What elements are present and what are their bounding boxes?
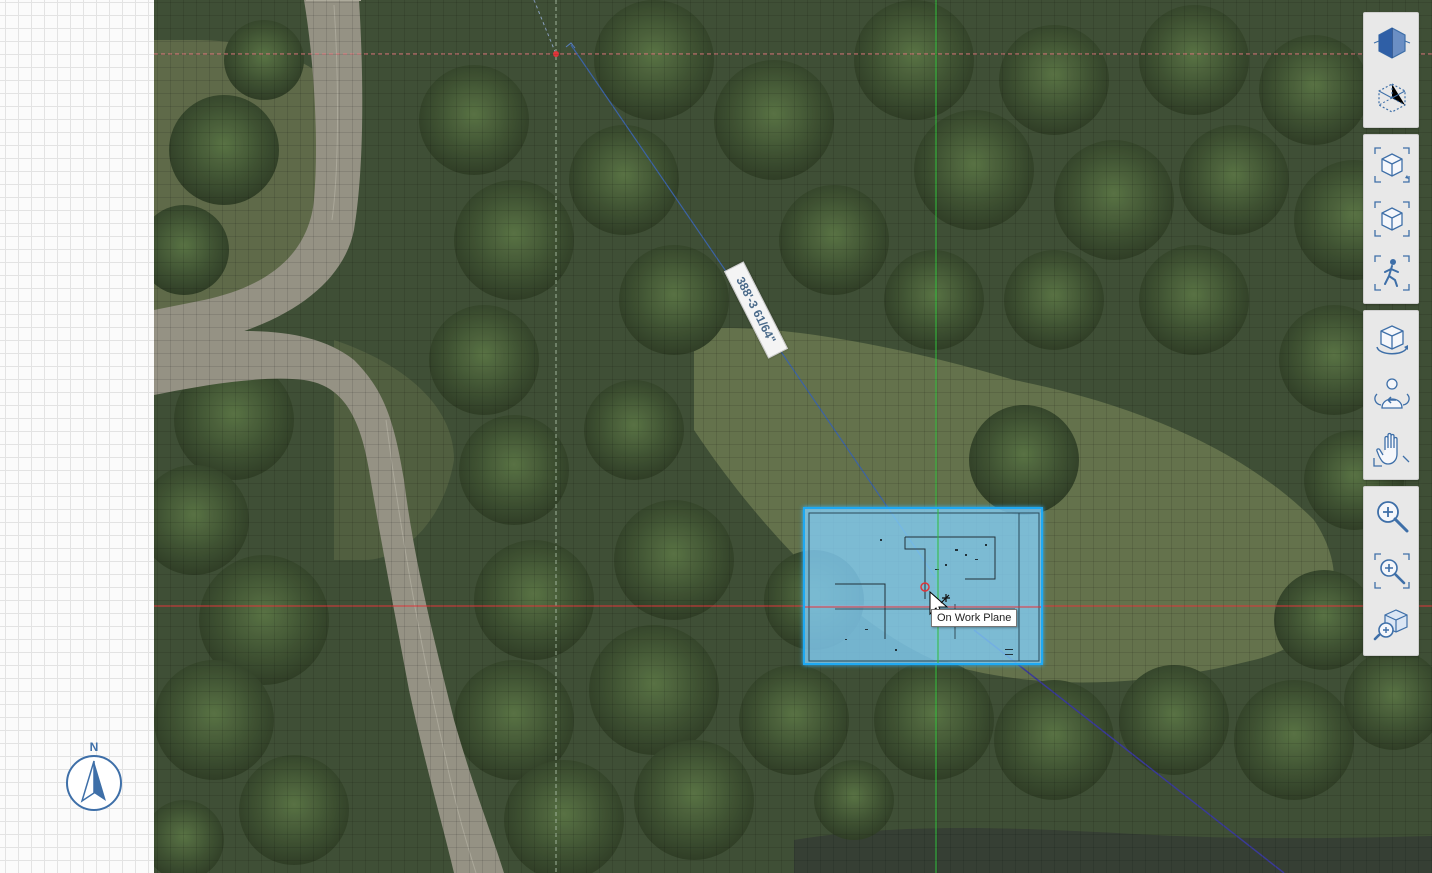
view-mode-group: [1363, 134, 1419, 304]
view-cube-iso-icon: [1378, 83, 1406, 113]
zoom-group: [1363, 486, 1419, 656]
walk-through-icon: [1374, 255, 1410, 291]
view-cube-group: [1363, 12, 1419, 128]
orbit-view-button[interactable]: [1364, 138, 1420, 192]
orbit-view-icon: [1374, 147, 1410, 183]
orbit-icon: [1376, 325, 1408, 355]
zoom-icon: [1377, 501, 1409, 533]
zoom-extents-icon: [1373, 609, 1408, 641]
north-arrow-icon: [66, 755, 122, 811]
zoom-button[interactable]: [1364, 490, 1420, 544]
north-label: N: [89, 740, 99, 754]
look-around-button[interactable]: [1364, 368, 1420, 422]
front-view-button[interactable]: [1364, 16, 1420, 70]
zoom-extents-button[interactable]: [1364, 598, 1420, 652]
look-around-icon: [1374, 378, 1410, 409]
drawing-sheet-linework: [805, 509, 1041, 663]
grid-overlay: [154, 0, 1432, 873]
navigation-toolbar: [1363, 12, 1419, 662]
isometric-view-button[interactable]: [1364, 70, 1420, 124]
perspective-view-icon: [1374, 201, 1410, 237]
aerial-image-viewport[interactable]: [154, 0, 1432, 873]
zoom-window-icon: [1374, 553, 1410, 589]
orbit-button[interactable]: [1364, 314, 1420, 368]
snap-tooltip: On Work Plane: [931, 609, 1018, 627]
selected-imported-drawing[interactable]: [803, 507, 1043, 665]
navigate-group: [1363, 310, 1419, 480]
north-arrow: N: [62, 740, 126, 816]
pan-hand-icon: [1373, 432, 1410, 467]
view-cube-front-icon: [1373, 27, 1411, 59]
perspective-view-button[interactable]: [1364, 192, 1420, 246]
pan-button[interactable]: [1364, 422, 1420, 476]
zoom-window-button[interactable]: [1364, 544, 1420, 598]
walk-through-button[interactable]: [1364, 246, 1420, 300]
